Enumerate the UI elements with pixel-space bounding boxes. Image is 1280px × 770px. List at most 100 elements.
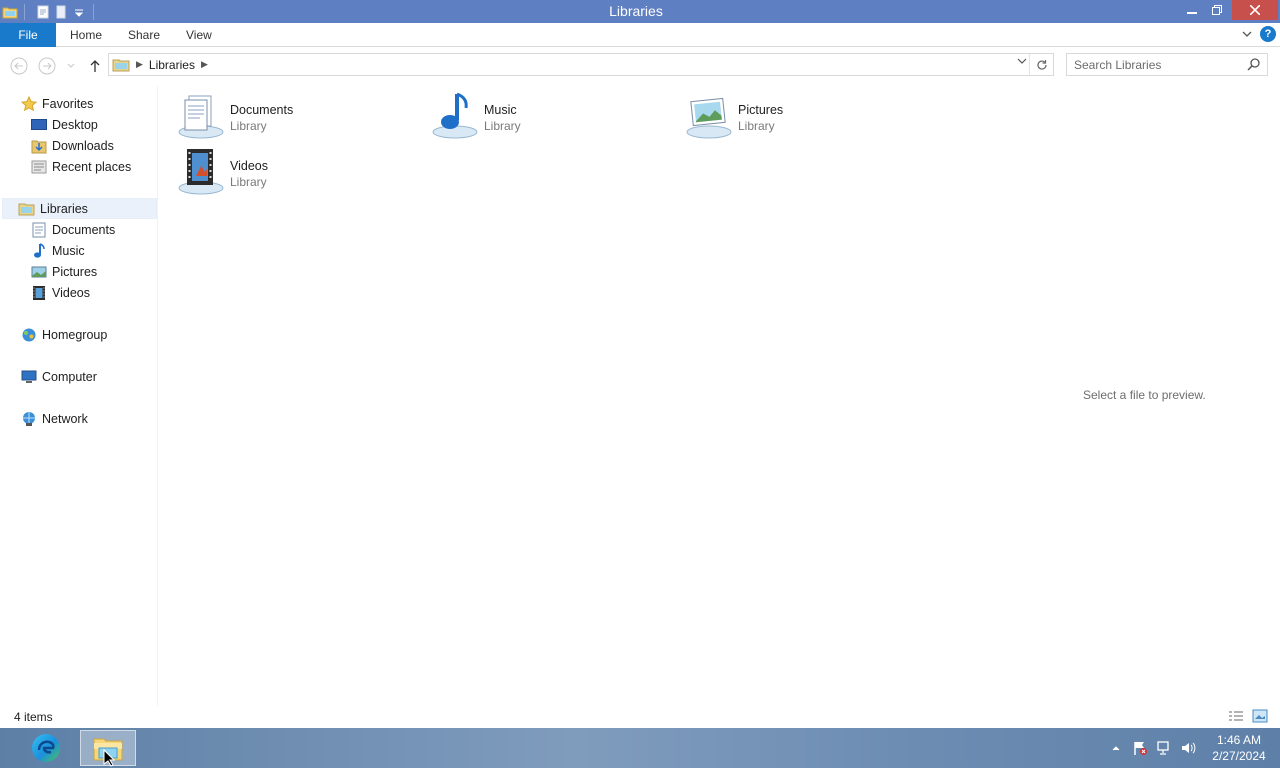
up-button[interactable] — [85, 56, 105, 76]
nav-label: Pictures — [52, 264, 98, 279]
library-type: Library — [738, 119, 775, 133]
nav-pictures[interactable]: Pictures — [30, 261, 97, 282]
clock-date: 2/27/2024 — [1212, 749, 1266, 763]
clock-time: 1:46 AM — [1216, 733, 1262, 747]
navigation-pane: Favorites Desktop Downloads Recent place… — [0, 86, 158, 706]
documents-icon — [30, 221, 47, 238]
library-tile-documents[interactable]: Documents Library — [176, 90, 416, 142]
address-dropdown-icon[interactable] — [1017, 57, 1027, 68]
close-button[interactable] — [1232, 0, 1278, 20]
restore-button[interactable] — [1204, 0, 1230, 20]
library-name: Documents — [230, 103, 294, 117]
search-box[interactable] — [1066, 53, 1268, 76]
window-title: Libraries — [609, 3, 663, 19]
nav-videos[interactable]: Videos — [30, 282, 90, 303]
documents-library-icon — [176, 90, 226, 140]
library-type: Library — [484, 119, 521, 133]
library-tile-music[interactable]: Music Library — [430, 90, 670, 142]
breadcrumb-chevron-icon[interactable]: ▶ — [201, 59, 208, 70]
tab-home[interactable]: Home — [70, 23, 102, 47]
restore-icon — [1212, 5, 1222, 15]
videos-library-icon — [176, 146, 226, 196]
nav-downloads[interactable]: Downloads — [30, 135, 114, 156]
taskbar-clock[interactable]: 1:46 AM 2/27/2024 — [1204, 732, 1274, 764]
library-tile-pictures[interactable]: Pictures Library — [684, 90, 924, 142]
volume-icon[interactable] — [1176, 740, 1200, 756]
library-tile-videos[interactable]: Videos Library — [176, 146, 416, 198]
status-bar: 4 items — [0, 706, 1280, 728]
library-name: Pictures — [738, 103, 784, 117]
libraries-location-icon — [112, 57, 130, 72]
tab-view[interactable]: View — [186, 23, 212, 47]
pictures-library-icon — [684, 90, 734, 140]
show-hidden-icons-icon[interactable] — [1104, 745, 1128, 751]
computer-icon — [20, 368, 37, 385]
minimize-icon — [1187, 12, 1197, 14]
nav-favorites[interactable]: Favorites — [20, 93, 93, 114]
videos-icon — [30, 284, 47, 301]
nav-computer[interactable]: Computer — [20, 366, 97, 387]
address-bar[interactable]: ▶ Libraries ▶ — [108, 53, 1054, 76]
nav-label: Homegroup — [42, 327, 108, 342]
help-icon[interactable]: ? — [1260, 26, 1276, 42]
forward-button[interactable] — [37, 56, 57, 76]
title-bar: Libraries — [0, 0, 1280, 23]
search-icon[interactable] — [1247, 57, 1261, 74]
nav-label: Desktop — [52, 117, 98, 132]
tab-share[interactable]: Share — [128, 23, 160, 47]
search-input[interactable] — [1074, 54, 1244, 75]
libraries-icon — [18, 200, 35, 217]
refresh-button[interactable] — [1029, 54, 1053, 75]
up-arrow-icon — [90, 60, 100, 72]
music-icon — [30, 242, 47, 259]
nav-homegroup[interactable]: Homegroup — [20, 324, 107, 345]
homegroup-icon — [20, 326, 37, 343]
nav-desktop[interactable]: Desktop — [30, 114, 98, 135]
taskbar: 1:46 AM 2/27/2024 — [0, 728, 1280, 768]
library-type: Library — [230, 175, 267, 189]
nav-label: Documents — [52, 222, 116, 237]
refresh-icon — [1036, 59, 1047, 70]
action-center-flag-icon[interactable] — [1128, 740, 1152, 756]
pictures-icon — [30, 263, 47, 280]
downloads-icon — [30, 137, 47, 154]
large-icons-view-icon[interactable] — [1252, 709, 1268, 726]
desktop-icon — [30, 116, 47, 133]
nav-network[interactable]: Network — [20, 408, 88, 429]
nav-music[interactable]: Music — [30, 240, 85, 261]
back-button[interactable] — [9, 56, 29, 76]
nav-label: Computer — [42, 369, 97, 384]
music-library-icon — [430, 90, 480, 140]
nav-recent-places[interactable]: Recent places — [30, 156, 131, 177]
network-status-icon[interactable] — [1152, 740, 1176, 756]
forward-arrow-icon — [38, 57, 56, 75]
recent-places-icon — [30, 158, 47, 175]
details-view-icon[interactable] — [1228, 709, 1244, 726]
back-arrow-icon — [10, 57, 28, 75]
close-icon — [1250, 5, 1260, 15]
ribbon-tabs: File Home Share View ? — [0, 23, 1280, 47]
library-name: Videos — [230, 159, 268, 173]
network-icon — [20, 410, 37, 427]
file-list: Documents Library Music Library Pictures… — [160, 86, 1060, 706]
nav-label: Libraries — [40, 201, 88, 216]
library-type: Library — [230, 119, 267, 133]
nav-label: Recent places — [52, 159, 132, 174]
library-name: Music — [484, 103, 517, 117]
edge-taskbar-button[interactable] — [18, 730, 74, 766]
edge-icon — [32, 734, 60, 762]
minimize-button[interactable] — [1178, 0, 1206, 20]
nav-documents[interactable]: Documents — [30, 219, 115, 240]
expand-ribbon-icon[interactable] — [1242, 30, 1252, 38]
ribbon-controls: ? — [1242, 26, 1276, 42]
nav-label: Music — [52, 243, 85, 258]
tab-file[interactable]: File — [0, 23, 56, 47]
nav-label: Network — [42, 411, 88, 426]
breadcrumb-separator-icon[interactable]: ▶ — [136, 59, 143, 70]
system-tray: 1:46 AM 2/27/2024 — [1104, 728, 1280, 768]
star-icon — [20, 95, 37, 112]
recent-locations-button[interactable] — [62, 56, 80, 76]
breadcrumb[interactable]: Libraries — [149, 58, 195, 72]
mouse-cursor-icon — [103, 748, 116, 770]
nav-libraries[interactable]: Libraries — [2, 198, 157, 219]
